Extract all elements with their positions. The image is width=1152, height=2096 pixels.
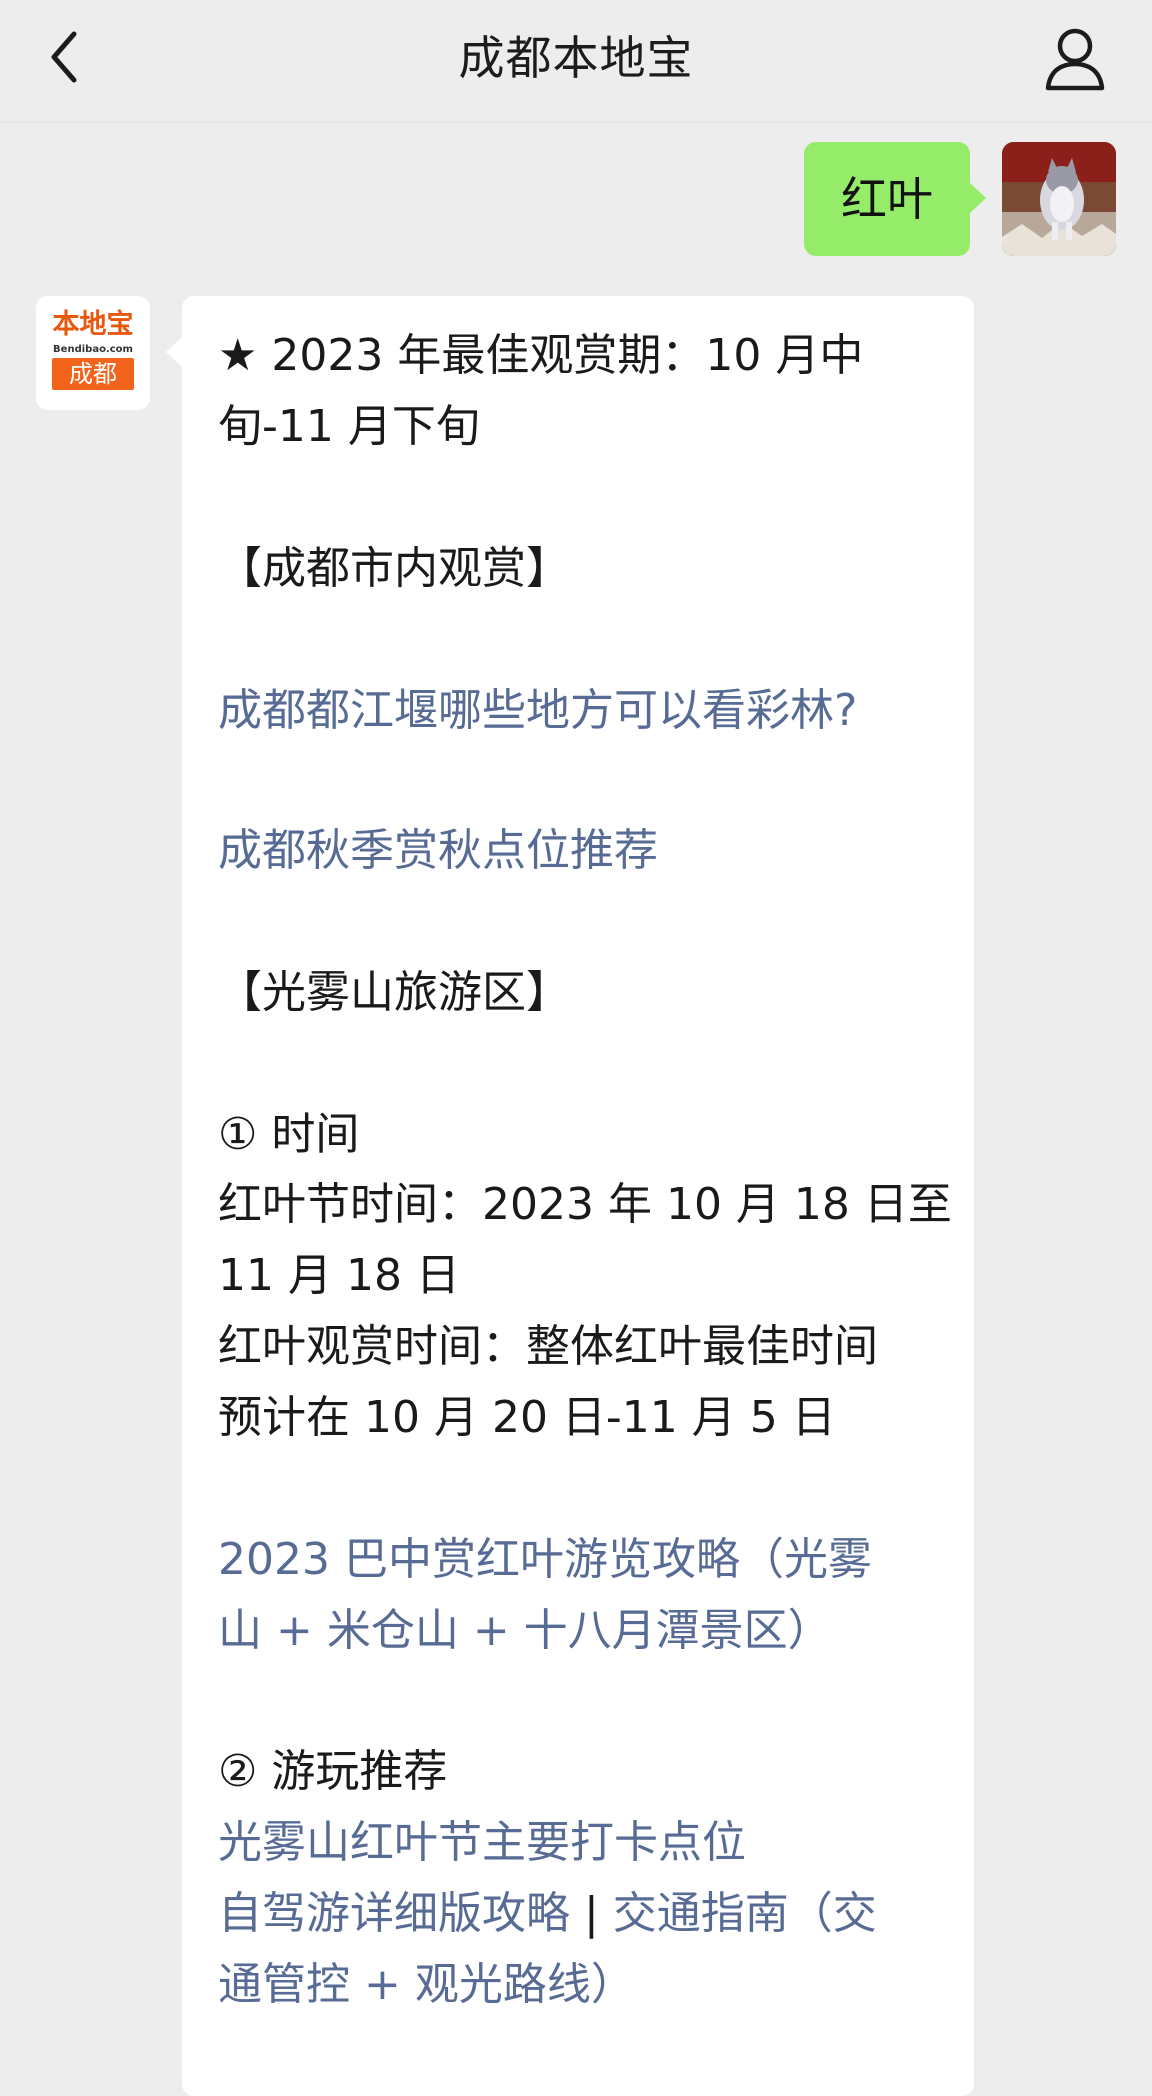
link-traffic-guide-line-2[interactable]: 通管控 + 观光路线） bbox=[218, 1955, 635, 2015]
link-bazhong-guide-line-2[interactable]: 山 + 米仓山 + 十八月潭景区） bbox=[218, 1601, 832, 1661]
link-separator: | bbox=[570, 1888, 613, 1939]
logo-domain-text: Bendibao.com bbox=[53, 344, 133, 355]
cat-photo-avatar-icon bbox=[1002, 142, 1116, 256]
logo-city-badge: 成都 bbox=[52, 358, 134, 390]
link-checkin-spots[interactable]: 光雾山红叶节主要打卡点位 bbox=[218, 1813, 746, 1873]
chat-title: 成都本地宝 bbox=[458, 31, 694, 85]
viewing-time-line-1: 红叶观赏时间：整体红叶最佳时间 bbox=[218, 1321, 878, 1372]
bendibao-avatar[interactable]: 本地宝 Bendibao.com 成都 bbox=[36, 296, 150, 410]
festival-time-line-1: 红叶节时间：2023 年 10 月 18 日至 bbox=[218, 1179, 952, 1230]
section-heading-guangwu: 【光雾山旅游区】 bbox=[218, 967, 570, 1018]
play-heading: ② 游玩推荐 bbox=[218, 1746, 448, 1797]
my-avatar[interactable] bbox=[1002, 142, 1116, 256]
link-dujiangyan[interactable]: 成都都江堰哪些地方可以看彩林? bbox=[218, 681, 857, 741]
link-autumn-spots[interactable]: 成都秋季赏秋点位推荐 bbox=[218, 821, 658, 881]
link-self-drive[interactable]: 自驾游详细版攻略 bbox=[218, 1888, 570, 1939]
links-row: 自驾游详细版攻略 | 交通指南（交 bbox=[218, 1884, 877, 1944]
section-heading-city: 【成都市内观赏】 bbox=[218, 543, 570, 594]
best-period-line-2: 旬-11 月下旬 bbox=[218, 401, 480, 452]
profile-button[interactable] bbox=[1038, 22, 1112, 96]
link-bazhong-guide-line-1[interactable]: 2023 巴中赏红叶游览攻略（光雾 bbox=[218, 1530, 872, 1590]
sent-message-bubble[interactable]: 红叶 bbox=[804, 142, 986, 256]
received-message-bubble: ★ 2023 年最佳观赏期：10 月中 旬-11 月下旬 【成都市内观赏】 成都… bbox=[166, 296, 974, 2096]
time-heading: ① 时间 bbox=[218, 1109, 360, 1160]
festival-time-line-2: 11 月 18 日 bbox=[218, 1250, 460, 1301]
best-period-line-1: ★ 2023 年最佳观赏期：10 月中 bbox=[218, 330, 864, 381]
chat-header: 成都本地宝 bbox=[0, 0, 1152, 123]
viewing-time-line-2: 预计在 10 月 20 日-11 月 5 日 bbox=[218, 1392, 836, 1443]
link-traffic-guide[interactable]: 交通指南（交 bbox=[613, 1888, 877, 1939]
person-icon bbox=[1045, 28, 1105, 91]
logo-brand-text: 本地宝 bbox=[52, 309, 134, 340]
